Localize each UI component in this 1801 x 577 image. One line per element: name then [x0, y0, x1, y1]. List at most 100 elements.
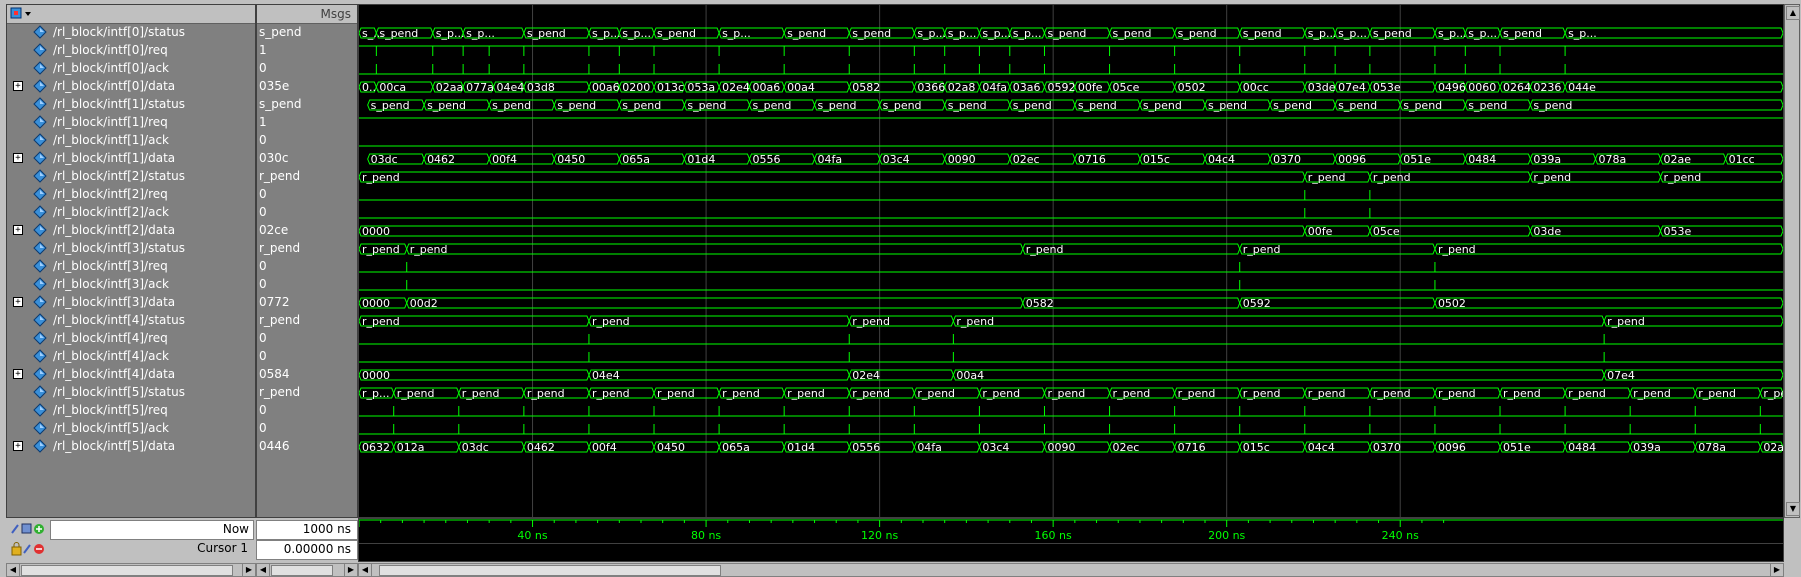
signal-row[interactable]: /rl_block/intf[2]/req [7, 185, 255, 203]
signal-row[interactable]: /rl_block/intf[3]/status [7, 239, 255, 257]
bus-value-label: 0450 [657, 441, 685, 454]
signal-name: /rl_block/intf[5]/data [53, 439, 176, 453]
cursor-strip[interactable] [358, 543, 1784, 562]
scroll-up-arrow-icon[interactable]: ▲ [1786, 6, 1800, 20]
signal-row[interactable]: /rl_block/intf[4]/status [7, 311, 255, 329]
time-ruler-canvas[interactable]: 40 ns 80 ns 120 ns 160 ns 200 ns 240 ns [358, 519, 1783, 543]
signal-row[interactable]: /rl_block/intf[1]/req [7, 113, 255, 131]
expand-icon[interactable]: + [13, 153, 23, 163]
wave-pane-hscrollbar[interactable]: ◀ ▶ [358, 563, 1784, 577]
signal-name: /rl_block/intf[5]/status [53, 385, 185, 399]
ruler-tick-label: 80 ns [691, 529, 721, 542]
bus-value-label: 03c4 [982, 441, 1009, 454]
add-cursor-icon[interactable] [10, 521, 46, 537]
signal-value-row: 0446 [257, 437, 357, 455]
signal-name: /rl_block/intf[3]/ack [53, 277, 170, 291]
lock-cursor-icon[interactable] [10, 541, 46, 557]
wave-menu-icon[interactable] [10, 7, 34, 21]
bus-value-label: 04c4 [1308, 441, 1335, 454]
scroll-left-arrow-icon[interactable]: ◀ [7, 564, 20, 576]
signal-row[interactable]: + /rl_block/intf[3]/data [7, 293, 255, 311]
cursor-row: Cursor 1 [50, 540, 252, 558]
expand-icon[interactable]: + [13, 297, 23, 307]
bus-value-label: 065a [622, 153, 650, 166]
bus-value-label: s_p... [436, 27, 465, 40]
expand-icon[interactable]: + [13, 225, 23, 235]
bus-value-label: 044e [1568, 81, 1596, 94]
signal-row[interactable]: /rl_block/intf[1]/status [7, 95, 255, 113]
signal-value: 1 [259, 115, 267, 129]
bus-value-label: r_pend [1026, 243, 1064, 256]
wave-vertical-scrollbar[interactable]: ▲ ▼ [1784, 4, 1800, 518]
scroll-left-arrow-icon[interactable]: ◀ [359, 564, 372, 576]
scroll-right-arrow-icon[interactable]: ▶ [242, 564, 255, 576]
signal-value: r_pend [259, 313, 301, 327]
signal-row[interactable]: /rl_block/intf[5]/ack [7, 419, 255, 437]
bus-value-label: s_pend [527, 27, 566, 40]
expand-icon[interactable]: + [13, 369, 23, 379]
bus-value-label: 0370 [1373, 441, 1401, 454]
cursor-value-pane: 1000 ns 0.00000 ns [256, 518, 358, 560]
signal-value-row: s_pend [257, 95, 357, 113]
signal-row[interactable]: /rl_block/intf[4]/req [7, 329, 255, 347]
scroll-right-arrow-icon[interactable]: ▶ [344, 564, 357, 576]
cursor-value-box[interactable]: 0.00000 ns [256, 540, 358, 560]
signal-name: /rl_block/intf[5]/req [53, 403, 168, 417]
signal-name: /rl_block/intf[0]/ack [53, 61, 170, 75]
bus-value-label: 0716 [1178, 441, 1206, 454]
bus-value-label: r_pend [1243, 387, 1281, 400]
value-pane-hscrollbar[interactable]: ◀ ▶ [256, 563, 358, 577]
signal-row[interactable]: /rl_block/intf[5]/req [7, 401, 255, 419]
bus-value-label: s_pend [787, 27, 826, 40]
expand-icon[interactable]: + [13, 441, 23, 451]
bus-value-label: 0556 [752, 153, 780, 166]
name-pane-hscrollbar[interactable]: ◀ ▶ [6, 563, 256, 577]
signal-row[interactable]: + /rl_block/intf[0]/data [7, 77, 255, 95]
waveform-pane[interactable]: s_... s_pend s_p... s_p... s_pend s_p... s_p..… [358, 4, 1784, 518]
signal-row[interactable]: /rl_block/intf[5]/status [7, 383, 255, 401]
signal-name: /rl_block/intf[3]/req [53, 259, 168, 273]
signal-name-pane: /rl_block/intf[0]/status/rl_block/intf[0… [6, 4, 256, 518]
bus-value-label: r_pend [462, 387, 500, 400]
signal-value: 0 [259, 205, 267, 219]
bus-value-label: r_pend [917, 387, 955, 400]
signal-row[interactable]: /rl_block/intf[0]/status [7, 23, 255, 41]
name-pane-scroll-thumb[interactable] [21, 565, 233, 576]
bus-value-label: s_p... [1468, 27, 1497, 40]
bus-value-label: s_pend [1273, 99, 1312, 112]
bus-value-label: r_pend [1438, 387, 1476, 400]
signal-value: 0 [259, 277, 267, 291]
signal-value-row: 0 [257, 203, 357, 221]
bus-value-label: s_p... [948, 27, 977, 40]
signal-diamond-icon [33, 277, 47, 291]
value-pane-header: Msgs [257, 5, 357, 24]
signal-row[interactable]: /rl_block/intf[2]/ack [7, 203, 255, 221]
bus-value-label: 0592 [1047, 81, 1075, 94]
waveform-canvas[interactable]: s_...s_pend s_p... s_p... s_pend s_p... s_p..… [359, 5, 1783, 517]
signal-row[interactable]: + /rl_block/intf[5]/data [7, 437, 255, 455]
signal-row[interactable]: + /rl_block/intf[1]/data [7, 149, 255, 167]
signal-row[interactable]: /rl_block/intf[4]/ack [7, 347, 255, 365]
signal-row[interactable]: + /rl_block/intf[4]/data [7, 365, 255, 383]
bus-value-label: r_pend [982, 387, 1020, 400]
signal-row[interactable]: + /rl_block/intf[2]/data [7, 221, 255, 239]
signal-row[interactable]: /rl_block/intf[1]/ack [7, 131, 255, 149]
value-pane-scroll-thumb[interactable] [271, 565, 333, 576]
time-ruler[interactable]: 40 ns 80 ns 120 ns 160 ns 200 ns 240 ns [358, 518, 1784, 544]
expand-icon[interactable]: + [13, 81, 23, 91]
signal-row[interactable]: /rl_block/intf[2]/status [7, 167, 255, 185]
wave-pane-scroll-thumb[interactable] [379, 565, 721, 576]
bus-segment [359, 225, 1306, 237]
signal-row[interactable]: /rl_block/intf[0]/req [7, 41, 255, 59]
wave-window: /rl_block/intf[0]/status/rl_block/intf[0… [0, 0, 1801, 577]
signal-row[interactable]: /rl_block/intf[3]/req [7, 257, 255, 275]
scroll-left-arrow-icon[interactable]: ◀ [257, 564, 270, 576]
scroll-right-arrow-icon[interactable]: ▶ [1770, 564, 1783, 576]
bus-value-label: r_pend [1664, 171, 1702, 184]
signal-row[interactable]: /rl_block/intf[3]/ack [7, 275, 255, 293]
scroll-down-arrow-icon[interactable]: ▼ [1786, 502, 1800, 516]
signal-row[interactable]: /rl_block/intf[0]/ack [7, 59, 255, 77]
signal-name: /rl_block/intf[3]/status [53, 241, 185, 255]
signal-diamond-icon [33, 367, 47, 381]
bus-value-label: s_pend [1503, 27, 1542, 40]
